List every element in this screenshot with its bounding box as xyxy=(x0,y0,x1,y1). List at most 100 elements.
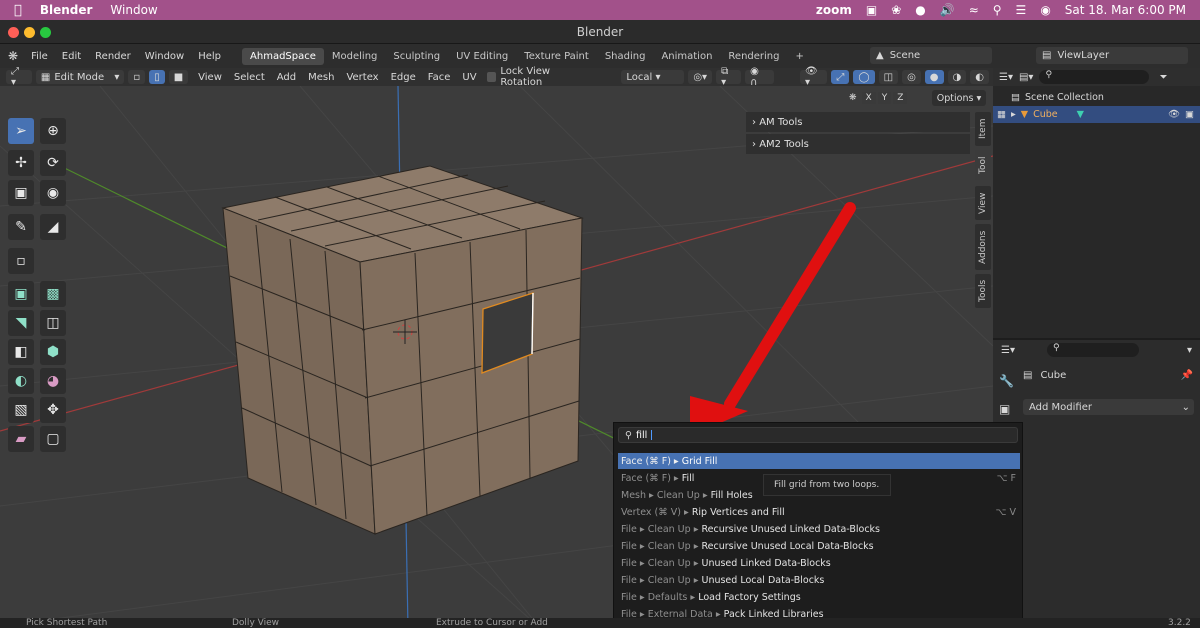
outliner-editor-type-button[interactable]: ☰▾ xyxy=(999,72,1013,83)
search-result-rip-vertices-fill[interactable]: Vertex (⌘ V) ▸ Rip Vertices and Fill ⌥ V xyxy=(618,504,1020,520)
viewlayer-selector[interactable]: ▤ ViewLayer xyxy=(1036,47,1188,64)
extrude-region-tool[interactable]: ▣ xyxy=(8,281,34,307)
menu-select[interactable]: Select xyxy=(228,72,271,83)
workspace-tab-sculpting[interactable]: Sculpting xyxy=(385,48,448,65)
app-menu[interactable]: Blender xyxy=(40,3,93,17)
shading-material-button[interactable]: ◑ xyxy=(947,70,967,84)
menu-edge[interactable]: Edge xyxy=(385,72,422,83)
render-tab-icon[interactable]: ▣ xyxy=(999,402,1010,416)
shading-wireframe-button[interactable]: ◎ xyxy=(902,70,921,84)
shading-rendered-button[interactable]: ◐ xyxy=(970,70,989,84)
select-box-tool[interactable]: ➢ xyxy=(8,118,34,144)
panel-am-tools[interactable]: › AM Tools xyxy=(746,112,970,132)
pivot-point-button[interactable]: ◎▾ xyxy=(688,70,713,84)
sound-icon[interactable]: 🔊 xyxy=(940,3,955,17)
zoom-status[interactable]: zoom xyxy=(816,3,852,17)
minimize-window-button[interactable] xyxy=(24,27,35,38)
rip-region-tool[interactable]: ▢ xyxy=(40,426,66,452)
tab-view[interactable]: View xyxy=(975,186,991,220)
tab-tools[interactable]: Tools xyxy=(975,274,991,308)
xyz-buttons[interactable]: ❋ X Y Z xyxy=(846,92,908,104)
z-axis-button[interactable]: Z xyxy=(893,92,908,104)
spin-tool[interactable]: ◐ xyxy=(8,368,34,394)
expand-arrow-icon[interactable]: ▸ xyxy=(1011,109,1016,120)
menu-face[interactable]: Face xyxy=(422,72,457,83)
blender-logo-icon[interactable]: ❋ xyxy=(0,49,24,63)
bulb-icon[interactable]: ● xyxy=(915,3,925,17)
overlays-button[interactable]: ◯ xyxy=(853,70,875,84)
smooth-tool[interactable]: ◕ xyxy=(40,368,66,394)
vertex-select-button[interactable]: ▫ xyxy=(128,70,146,84)
scale-tool[interactable]: ▣ xyxy=(8,180,34,206)
inset-faces-tool[interactable]: ▩ xyxy=(40,281,66,307)
menu-help[interactable]: Help xyxy=(191,51,228,62)
menu-vertex[interactable]: Vertex xyxy=(340,72,384,83)
workspace-tab-ahmadspace[interactable]: AhmadSpace xyxy=(242,47,324,65)
properties-editor-type-button[interactable]: ☰▾ xyxy=(1001,345,1015,356)
filter-icon[interactable]: ⏷ xyxy=(1159,72,1167,83)
workspace-tab-animation[interactable]: Animation xyxy=(653,48,720,65)
object-name-field[interactable]: Cube xyxy=(1040,370,1066,381)
pin-icon[interactable]: 📌 xyxy=(1181,370,1193,381)
shading-solid-button[interactable]: ● xyxy=(924,70,944,84)
workspace-tab-rendering[interactable]: Rendering xyxy=(720,48,787,65)
menu-view[interactable]: View xyxy=(192,72,228,83)
edge-select-button[interactable]: ▯ xyxy=(149,70,165,84)
outliner-display-mode-button[interactable]: ▤▾ xyxy=(1019,72,1033,83)
mode-selector[interactable]: ▦ Edit Mode ▾ xyxy=(35,70,125,84)
properties-search-field[interactable]: ⚲ xyxy=(1046,343,1139,357)
add-workspace-button[interactable]: + xyxy=(788,48,812,65)
search-result-load-factory-settings[interactable]: File ▸ Defaults ▸ Load Factory Settings xyxy=(618,589,1020,605)
close-window-button[interactable] xyxy=(8,27,19,38)
outliner-search-field[interactable]: ⚲ xyxy=(1039,70,1150,84)
loop-cut-tool[interactable]: ◫ xyxy=(40,310,66,336)
search-result-unused-local[interactable]: File ▸ Clean Up ▸ Unused Local Data-Bloc… xyxy=(618,572,1020,588)
add-cube-tool[interactable]: ▫ xyxy=(8,248,34,274)
camera-render-icon[interactable]: ▣ xyxy=(1185,109,1200,120)
search-field[interactable]: ⚲ fill xyxy=(618,427,1018,443)
scene-selector[interactable]: ▲ Scene xyxy=(870,47,992,64)
wrench-tab-icon[interactable]: 🔧 xyxy=(999,374,1014,388)
shear-tool[interactable]: ▰ xyxy=(8,426,34,452)
operator-search-menu[interactable]: ⚲ fill Face (⌘ F) ▸ Grid Fill Face (⌘ F)… xyxy=(613,422,1023,628)
tab-tool[interactable]: Tool xyxy=(975,150,991,180)
menu-uv[interactable]: UV xyxy=(456,72,482,83)
wifi-icon[interactable]: ≈ xyxy=(969,3,979,17)
menu-render[interactable]: Render xyxy=(88,51,138,62)
outliner-row-cube[interactable]: ▦ ▸ ▼ Cube ▼ 👁 ▣ xyxy=(993,106,1200,123)
xray-button[interactable]: ◫ xyxy=(878,70,899,84)
cursor-tool[interactable]: ⊕ xyxy=(40,118,66,144)
x-axis-button[interactable]: X xyxy=(861,92,876,104)
workspace-tab-uv-editing[interactable]: UV Editing xyxy=(448,48,516,65)
active-edge[interactable] xyxy=(531,292,534,355)
shrink-fatten-tool[interactable]: ✥ xyxy=(40,397,66,423)
menu-mesh[interactable]: Mesh xyxy=(302,72,340,83)
options-dropdown[interactable]: Options ▾ xyxy=(932,90,986,106)
edge-slide-tool[interactable]: ▧ xyxy=(8,397,34,423)
proportional-edit-button[interactable]: ◉ ∩ xyxy=(745,66,775,88)
gizmo-button[interactable]: ⤢ xyxy=(831,70,850,84)
rotate-tool[interactable]: ⟳ xyxy=(40,150,66,176)
screen-icon[interactable]: ▣ xyxy=(866,3,877,17)
axis-gizmo-icon[interactable]: ❋ xyxy=(846,92,860,104)
poly-build-tool[interactable]: ⬢ xyxy=(40,339,66,365)
menu-add[interactable]: Add xyxy=(271,72,302,83)
visibility-button[interactable]: 👁▾ xyxy=(800,66,828,88)
y-axis-button[interactable]: Y xyxy=(877,92,892,104)
search-result-recursive-unused-local[interactable]: File ▸ Clean Up ▸ Recursive Unused Local… xyxy=(618,538,1020,554)
visibility-eye-icon[interactable]: 👁 xyxy=(1168,109,1180,120)
properties-dropdown-icon[interactable]: ▾ xyxy=(1187,345,1200,356)
measure-tool[interactable]: ◢ xyxy=(40,214,66,240)
search-result-grid-fill[interactable]: Face (⌘ F) ▸ Grid Fill xyxy=(618,453,1020,469)
siri-icon[interactable]: ◉ xyxy=(1040,3,1050,17)
transform-tool[interactable]: ◉ xyxy=(40,180,66,206)
lotus-icon[interactable]: ❀ xyxy=(891,3,901,17)
tab-item[interactable]: Item xyxy=(975,112,991,146)
editor-type-button[interactable]: ⤢ ▾ xyxy=(6,66,32,88)
snap-button[interactable]: ⧉ ▾ xyxy=(716,66,742,88)
search-result-recursive-unused-linked[interactable]: File ▸ Clean Up ▸ Recursive Unused Linke… xyxy=(618,521,1020,537)
menu-edit[interactable]: Edit xyxy=(55,51,88,62)
annotate-tool[interactable]: ✎ xyxy=(8,214,34,240)
panel-am2-tools[interactable]: › AM2 Tools xyxy=(746,134,970,154)
zoom-window-button[interactable] xyxy=(40,27,51,38)
